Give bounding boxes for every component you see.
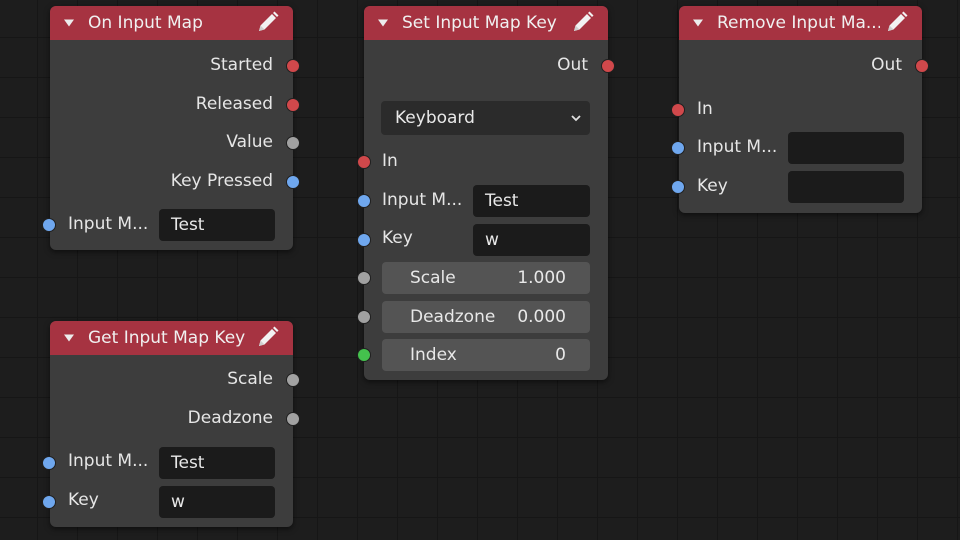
index-field[interactable]: Index 0	[382, 339, 590, 371]
output-socket-value[interactable]	[286, 136, 300, 150]
key-field[interactable]: w	[159, 486, 275, 518]
node-header[interactable]: On Input Map	[50, 6, 293, 40]
scale-field[interactable]: Scale 1.000	[382, 262, 590, 294]
output-socket-deadzone[interactable]	[286, 412, 300, 426]
input-socket-input-map[interactable]	[42, 456, 56, 470]
node-header[interactable]: Get Input Map Key	[50, 321, 293, 355]
node-set-input-map-key[interactable]: Set Input Map Key Out Keyboard In Input …	[357, 6, 615, 380]
node-title: Get Input Map Key	[88, 328, 246, 348]
output-label-started: Started	[210, 55, 273, 75]
input-socket-key[interactable]	[357, 233, 371, 247]
pencil-icon[interactable]	[255, 11, 281, 35]
node-get-input-map-key[interactable]: Get Input Map Key Scale Deadzone Input M…	[42, 321, 300, 527]
input-socket-input-map[interactable]	[357, 194, 371, 208]
node-on-input-map[interactable]: On Input Map Started Released Value Key …	[42, 6, 300, 250]
input-socket-scale[interactable]	[357, 271, 371, 285]
collapse-icon[interactable]	[378, 19, 388, 27]
scale-label: Scale	[410, 268, 456, 288]
chevron-down-icon	[571, 115, 581, 122]
input-socket-input-map[interactable]	[671, 141, 685, 155]
output-socket-released[interactable]	[286, 98, 300, 112]
index-value: 0	[555, 345, 566, 365]
collapse-icon[interactable]	[64, 19, 74, 27]
pencil-icon[interactable]	[255, 326, 281, 350]
input-socket-input-map[interactable]	[42, 218, 56, 232]
collapse-icon[interactable]	[693, 19, 703, 27]
index-label: Index	[410, 345, 457, 365]
output-label-released: Released	[195, 94, 273, 114]
input-label-input-map: Input M...	[697, 137, 778, 157]
node-title: On Input Map	[88, 13, 203, 33]
key-field[interactable]: w	[473, 224, 590, 256]
input-socket-key[interactable]	[42, 495, 56, 509]
input-label-input-map: Input M...	[68, 451, 149, 471]
input-socket-key[interactable]	[671, 180, 685, 194]
output-label-scale: Scale	[227, 369, 273, 389]
dropdown-value: Keyboard	[395, 108, 475, 128]
output-label-deadzone: Deadzone	[187, 408, 273, 428]
input-label-key: Key	[697, 176, 728, 196]
pencil-icon[interactable]	[884, 11, 910, 35]
output-socket-out[interactable]	[915, 59, 929, 73]
input-map-field[interactable]: Test	[473, 185, 590, 217]
input-label-in: In	[382, 151, 398, 171]
input-socket-in[interactable]	[357, 155, 371, 169]
input-socket-deadzone[interactable]	[357, 310, 371, 324]
deadzone-label: Deadzone	[410, 307, 496, 327]
input-label-input-map: Input M...	[68, 214, 149, 234]
output-label-key-pressed: Key Pressed	[170, 171, 273, 191]
input-label-key: Key	[68, 490, 99, 510]
collapse-icon[interactable]	[64, 334, 74, 342]
output-label-out: Out	[871, 55, 902, 75]
input-label-input-map: Input M...	[382, 190, 463, 210]
input-map-field[interactable]: Test	[159, 447, 275, 479]
output-socket-started[interactable]	[286, 59, 300, 73]
node-header[interactable]: Remove Input Ma...	[679, 6, 922, 40]
output-label-out: Out	[557, 55, 588, 75]
output-label-value: Value	[226, 132, 273, 152]
input-socket-index[interactable]	[357, 348, 371, 362]
output-socket-scale[interactable]	[286, 373, 300, 387]
input-map-field[interactable]	[788, 132, 904, 164]
output-socket-out[interactable]	[601, 59, 615, 73]
input-map-field[interactable]: Test	[159, 209, 275, 241]
node-header[interactable]: Set Input Map Key	[364, 6, 608, 40]
scale-value: 1.000	[517, 268, 566, 288]
node-title: Set Input Map Key	[402, 13, 557, 33]
output-socket-key-pressed[interactable]	[286, 175, 300, 189]
input-type-dropdown[interactable]: Keyboard	[381, 101, 590, 135]
input-label-key: Key	[382, 228, 413, 248]
pencil-icon[interactable]	[570, 11, 596, 35]
input-socket-in[interactable]	[671, 103, 685, 117]
deadzone-value: 0.000	[517, 307, 566, 327]
node-remove-input-map[interactable]: Remove Input Ma... Out In Input M... Key	[671, 6, 929, 213]
node-title: Remove Input Ma...	[717, 13, 880, 33]
input-label-in: In	[697, 99, 713, 119]
key-field[interactable]	[788, 171, 904, 203]
deadzone-field[interactable]: Deadzone 0.000	[382, 301, 590, 333]
